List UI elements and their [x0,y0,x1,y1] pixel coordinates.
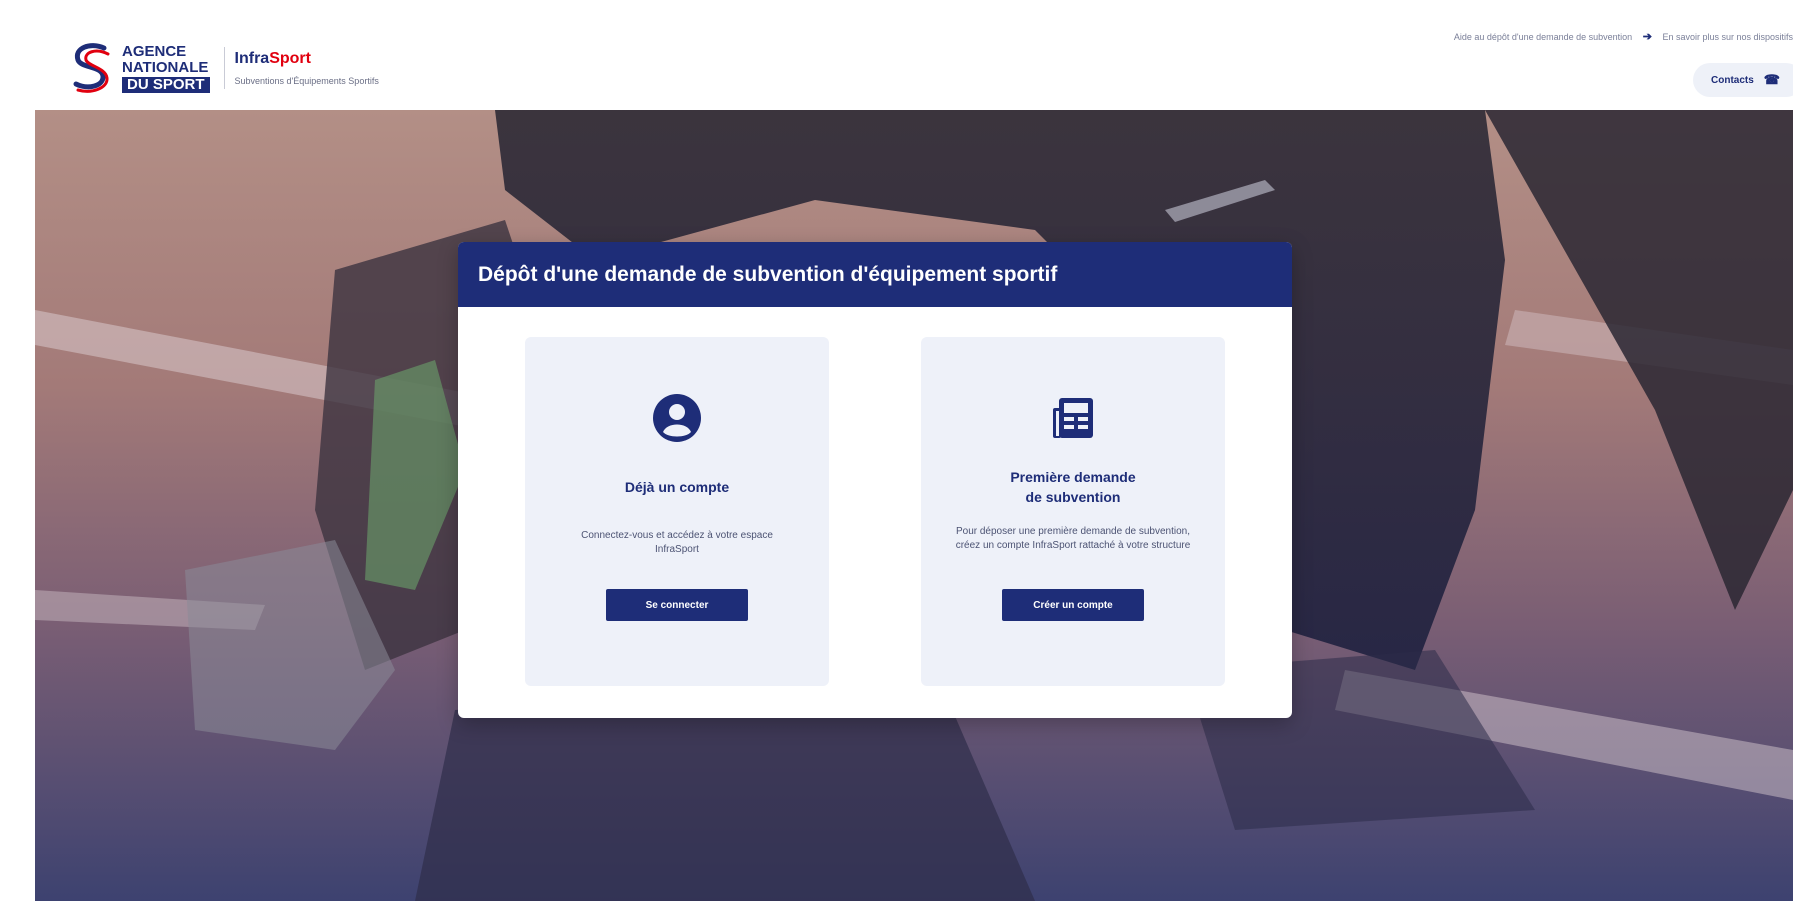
card-title: Dépôt d'une demande de subvention d'équi… [458,242,1292,307]
arrow-right-icon: ➔ [1642,31,1652,43]
login-button[interactable]: Se connecter [606,589,748,621]
existing-account-panel: Déjà un compte Connectez-vous et accédez… [525,337,829,686]
logo-wordmark: AGENCE NATIONALE DU SPORT [122,42,210,93]
new-request-description: Pour déposer une première demande de sub… [955,526,1191,551]
create-account-button[interactable]: Créer un compte [1002,589,1144,621]
app-subtitle: Subventions d'Équipements Sportifs [234,76,379,86]
app-name-sport: Sport [269,50,311,67]
logo-line-1: AGENCE [122,42,187,60]
logo-divider [223,47,225,89]
new-request-title: Première demande de subvention [921,467,1225,507]
newspaper-icon [1053,398,1093,438]
app-name: InfraSport [235,50,379,68]
existing-account-title: Déjà un compte [624,479,730,495]
existing-account-description: Connectez-vous et accédez à votre espace… [581,530,773,555]
app-branding: InfraSport Subventions d'Équipements Spo… [235,50,379,86]
new-request-title-line-2: de subvention [1025,489,1121,505]
header-links: Aide au dépôt d'une demande de subventio… [1454,30,1793,43]
help-link[interactable]: Aide au dépôt d'une demande de subventio… [1454,32,1632,42]
new-request-panel: Première demande de subvention Pour dépo… [921,337,1225,686]
phone-icon: ☎ [1763,72,1780,87]
logo-line-3: DU SPORT [122,76,210,93]
app-name-infra: Infra [234,50,270,67]
logo-line-2: NATIONALE [122,58,209,76]
user-circle-icon [653,394,701,442]
contacts-button[interactable]: Contacts ☎ [1693,63,1793,97]
more-info-link[interactable]: En savoir plus sur nos dispositifs [1662,32,1793,42]
site-header: AGENCE NATIONALE DU SPORT InfraSport Sub… [0,0,1793,110]
new-request-title-line-1: Première demande [1010,469,1136,485]
home-logo-link[interactable]: AGENCE NATIONALE DU SPORT InfraSport Sub… [68,40,379,96]
contacts-label: Contacts [1711,74,1754,86]
application-card: Dépôt d'une demande de subvention d'équi… [458,242,1292,718]
ans-logo-icon [73,43,110,93]
hero-background-image: Dépôt d'une demande de subvention d'équi… [35,110,1793,901]
